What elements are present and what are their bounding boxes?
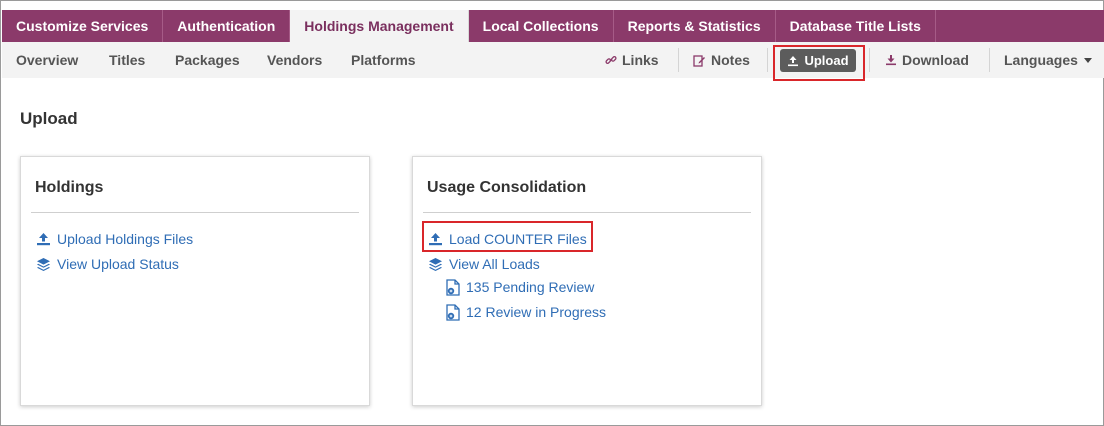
layers-icon [37, 257, 50, 271]
tab-customize-services[interactable]: Customize Services [2, 10, 164, 42]
subnav-vendors[interactable]: Vendors [267, 42, 322, 78]
subnav-divider [678, 48, 679, 72]
edit-icon [693, 55, 705, 67]
download-icon [886, 55, 896, 66]
upload-icon [37, 233, 50, 246]
subnav-overview[interactable]: Overview [16, 42, 78, 78]
top-tab-bar: Customize Services Authentication Holdin… [2, 10, 1104, 42]
subnav-links-label: Links [622, 52, 659, 68]
usage-panel-title: Usage Consolidation [427, 179, 587, 196]
chevron-down-icon [1083, 57, 1092, 63]
view-upload-status-link[interactable]: View Upload Status [36, 256, 179, 273]
tab-database-title-lists[interactable]: Database Title Lists [776, 10, 936, 42]
link-icon [605, 56, 617, 65]
view-all-loads-label: View All Loads [449, 256, 540, 272]
holdings-panel: Holdings Upload Holdings Files View Uplo… [20, 156, 370, 406]
panel-divider [31, 212, 359, 213]
pending-review-label: 135 Pending Review [466, 279, 595, 295]
holdings-panel-title: Holdings [35, 179, 104, 196]
load-counter-highlight-box [422, 221, 593, 252]
layers-icon [429, 257, 442, 271]
view-upload-status-label: View Upload Status [57, 256, 179, 272]
document-icon [446, 279, 460, 296]
panel-divider [423, 212, 751, 213]
subnav-divider [989, 48, 990, 72]
languages-label: Languages [1004, 52, 1078, 68]
pending-review-link[interactable]: 135 Pending Review [446, 279, 594, 297]
upload-highlight-box [773, 45, 865, 81]
subnav-packages[interactable]: Packages [175, 42, 240, 78]
tab-authentication[interactable]: Authentication [163, 10, 291, 42]
languages-dropdown[interactable]: Languages [1004, 42, 1092, 78]
subnav-notes-label: Notes [711, 52, 750, 68]
review-in-progress-link[interactable]: 12 Review in Progress [446, 304, 606, 322]
subnav-links[interactable]: Links [605, 42, 659, 78]
subnav-divider [869, 48, 870, 72]
tab-local-collections[interactable]: Local Collections [469, 10, 614, 42]
subnav-notes[interactable]: Notes [693, 42, 750, 78]
review-in-progress-label: 12 Review in Progress [466, 304, 607, 320]
subnav-platforms[interactable]: Platforms [351, 42, 416, 78]
sub-nav-bar: Overview Titles Packages Vendors Platfor… [2, 42, 1104, 78]
subnav-download[interactable]: Download [885, 42, 969, 78]
app-frame: Customize Services Authentication Holdin… [0, 0, 1104, 426]
upload-holdings-files-link[interactable]: Upload Holdings Files [36, 231, 193, 247]
document-icon [446, 304, 460, 321]
upload-holdings-files-label: Upload Holdings Files [57, 231, 194, 247]
subnav-titles[interactable]: Titles [109, 42, 145, 78]
subnav-download-label: Download [902, 52, 969, 68]
tab-holdings-management[interactable]: Holdings Management [290, 10, 469, 42]
view-all-loads-link[interactable]: View All Loads [428, 256, 540, 273]
page-title: Upload [20, 109, 78, 128]
usage-consolidation-panel: Usage Consolidation Load COUNTER Files V… [412, 156, 762, 406]
subnav-divider [767, 48, 768, 72]
tab-reports-statistics[interactable]: Reports & Statistics [614, 10, 776, 42]
